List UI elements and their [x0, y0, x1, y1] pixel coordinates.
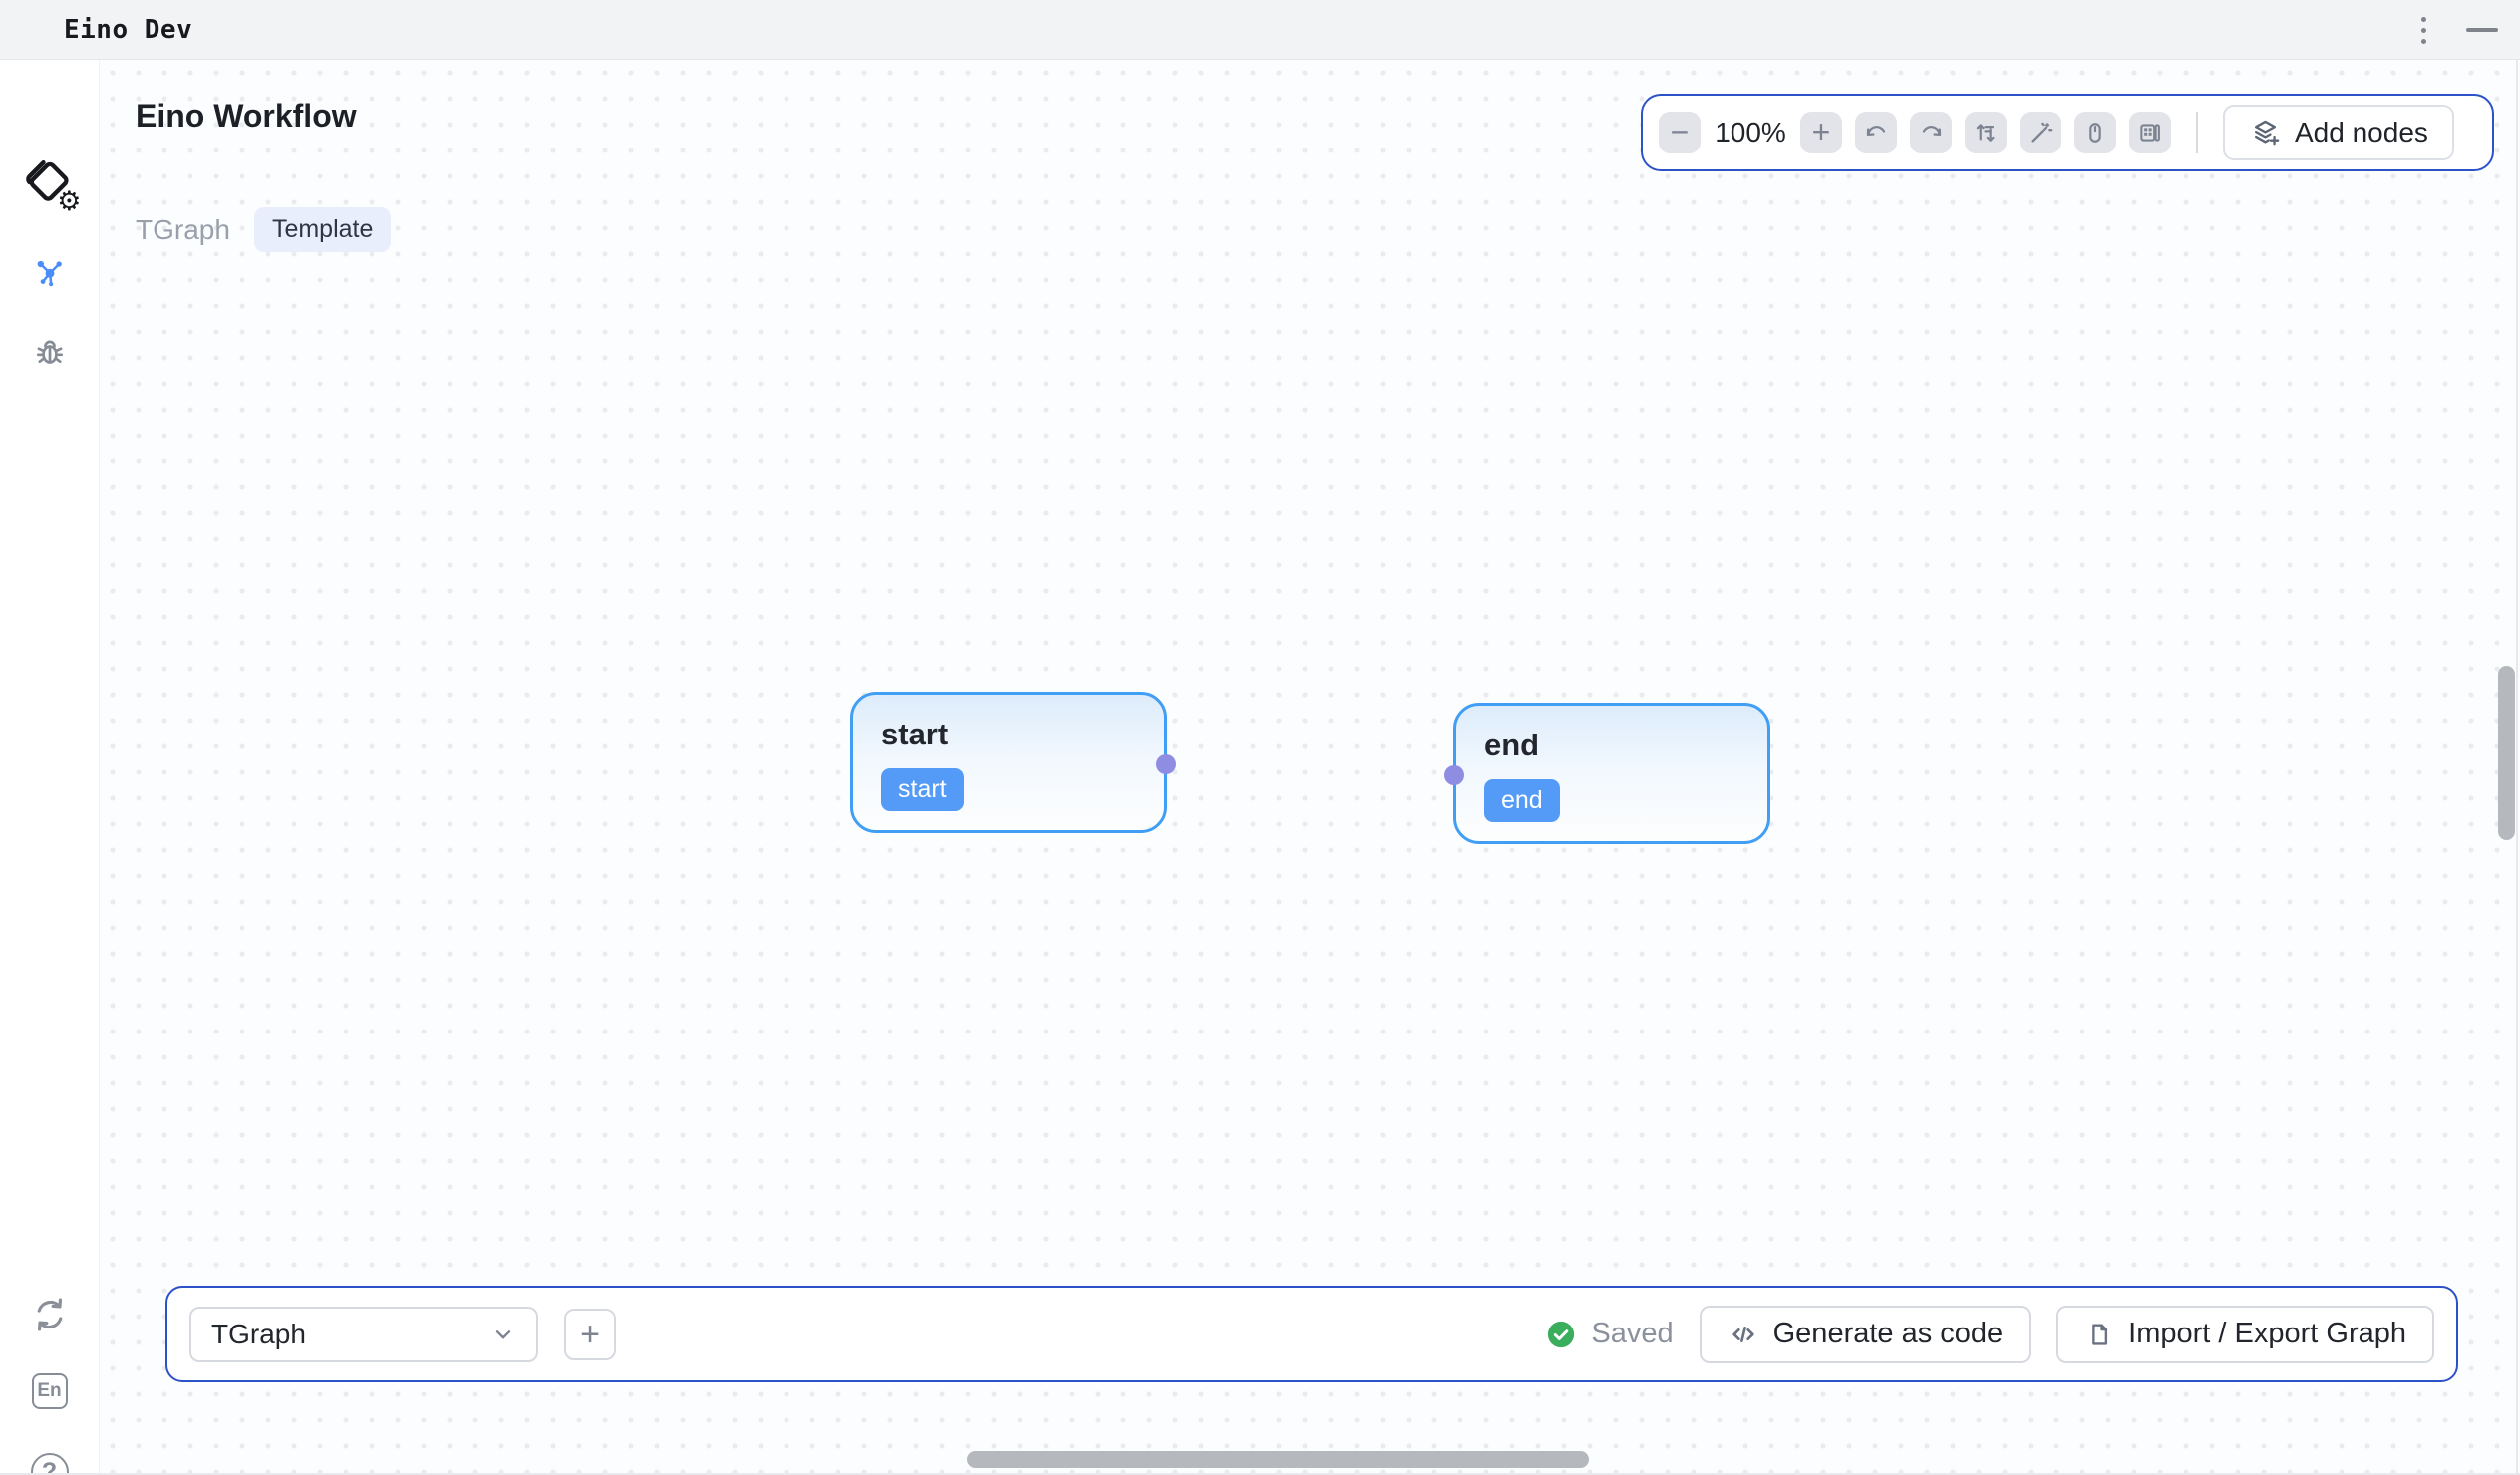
page-title: Eino Workflow [136, 98, 357, 135]
plus-icon: + [580, 1318, 600, 1351]
chevron-down-icon [490, 1322, 516, 1347]
node-type-badge: start [881, 768, 964, 811]
graph-name-label: TGraph [136, 214, 230, 246]
vertical-scrollbar[interactable] [2498, 666, 2515, 840]
sort-vertical-icon [1972, 119, 2000, 147]
sidebar: ⚙ [0, 60, 100, 1475]
import-export-label: Import / Export Graph [2128, 1318, 2406, 1350]
code-icon [1728, 1319, 1759, 1350]
panel-grid-icon [2136, 119, 2164, 147]
plus-icon: + [1812, 116, 1831, 148]
redo-icon [1918, 120, 1945, 147]
node-title: start [881, 717, 1136, 752]
minimize-icon[interactable] [2466, 28, 2498, 32]
undo-icon [1863, 120, 1890, 147]
node-start[interactable]: start start [850, 692, 1167, 833]
pan-mode-button[interactable] [2074, 112, 2116, 153]
sidebar-item-help[interactable]: ? [31, 1453, 69, 1475]
bottom-bar: TGraph + Saved Generate as code [165, 1286, 2458, 1382]
add-graph-button[interactable]: + [564, 1309, 616, 1360]
right-edge-divider [2516, 60, 2518, 1475]
kebab-menu-icon[interactable] [2415, 11, 2432, 50]
sidebar-item-refresh[interactable] [31, 1296, 69, 1333]
graph-select-value: TGraph [211, 1319, 306, 1350]
template-badge: Template [254, 207, 391, 252]
saved-label: Saved [1591, 1318, 1673, 1350]
import-export-button[interactable]: Import / Export Graph [2056, 1306, 2434, 1363]
generate-as-code-label: Generate as code [1773, 1318, 2004, 1350]
node-input-handle[interactable] [1444, 765, 1464, 785]
check-circle-icon [1546, 1320, 1576, 1349]
app-logo[interactable]: ⚙ [24, 157, 76, 209]
undo-button[interactable] [1855, 112, 1897, 153]
toolbar-divider [2196, 112, 2198, 153]
sidebar-item-language[interactable]: En [32, 1373, 68, 1409]
gear-icon: ⚙ [57, 188, 81, 215]
zoom-out-button[interactable]: − [1659, 112, 1701, 153]
zoom-level-label: 100% [1714, 117, 1787, 148]
app-window: Eino Dev ⚙ [0, 0, 2520, 1475]
refresh-icon [31, 1296, 69, 1333]
node-type-badge: end [1484, 779, 1560, 822]
auto-layout-button[interactable] [1965, 112, 2007, 153]
save-status: Saved [1546, 1318, 1673, 1350]
canvas-toolbar: − 100% + [1641, 94, 2494, 171]
magic-wand-icon [2027, 119, 2054, 147]
node-end[interactable]: end end [1453, 703, 1770, 844]
add-nodes-button[interactable]: Add nodes [2223, 105, 2454, 160]
minus-icon: − [1671, 116, 1690, 148]
zoom-in-button[interactable]: + [1800, 112, 1842, 153]
redo-button[interactable] [1910, 112, 1952, 153]
titlebar-actions [2415, 0, 2498, 60]
help-icon: ? [31, 1453, 69, 1475]
graph-meta: TGraph Template [136, 207, 391, 252]
flow-canvas[interactable] [100, 60, 2520, 1475]
graph-select-dropdown[interactable]: TGraph [189, 1307, 538, 1362]
add-nodes-label: Add nodes [2295, 117, 2428, 148]
workflow-hub-icon [31, 255, 69, 293]
sidebar-item-debug[interactable] [32, 335, 68, 371]
document-icon [2084, 1320, 2114, 1349]
minimap-button[interactable] [2129, 112, 2171, 153]
magic-wand-button[interactable] [2020, 112, 2061, 153]
horizontal-scrollbar[interactable] [967, 1451, 1589, 1468]
mouse-icon [2081, 119, 2109, 147]
generate-as-code-button[interactable]: Generate as code [1700, 1306, 2032, 1363]
titlebar: Eino Dev [0, 0, 2520, 60]
language-icon: En [32, 1373, 68, 1409]
bug-icon [32, 335, 68, 371]
node-output-handle[interactable] [1156, 754, 1176, 774]
node-title: end [1484, 728, 1739, 763]
sidebar-item-workflow[interactable] [31, 255, 69, 293]
layers-plus-icon [2249, 117, 2282, 149]
window-title: Eino Dev [64, 15, 192, 45]
